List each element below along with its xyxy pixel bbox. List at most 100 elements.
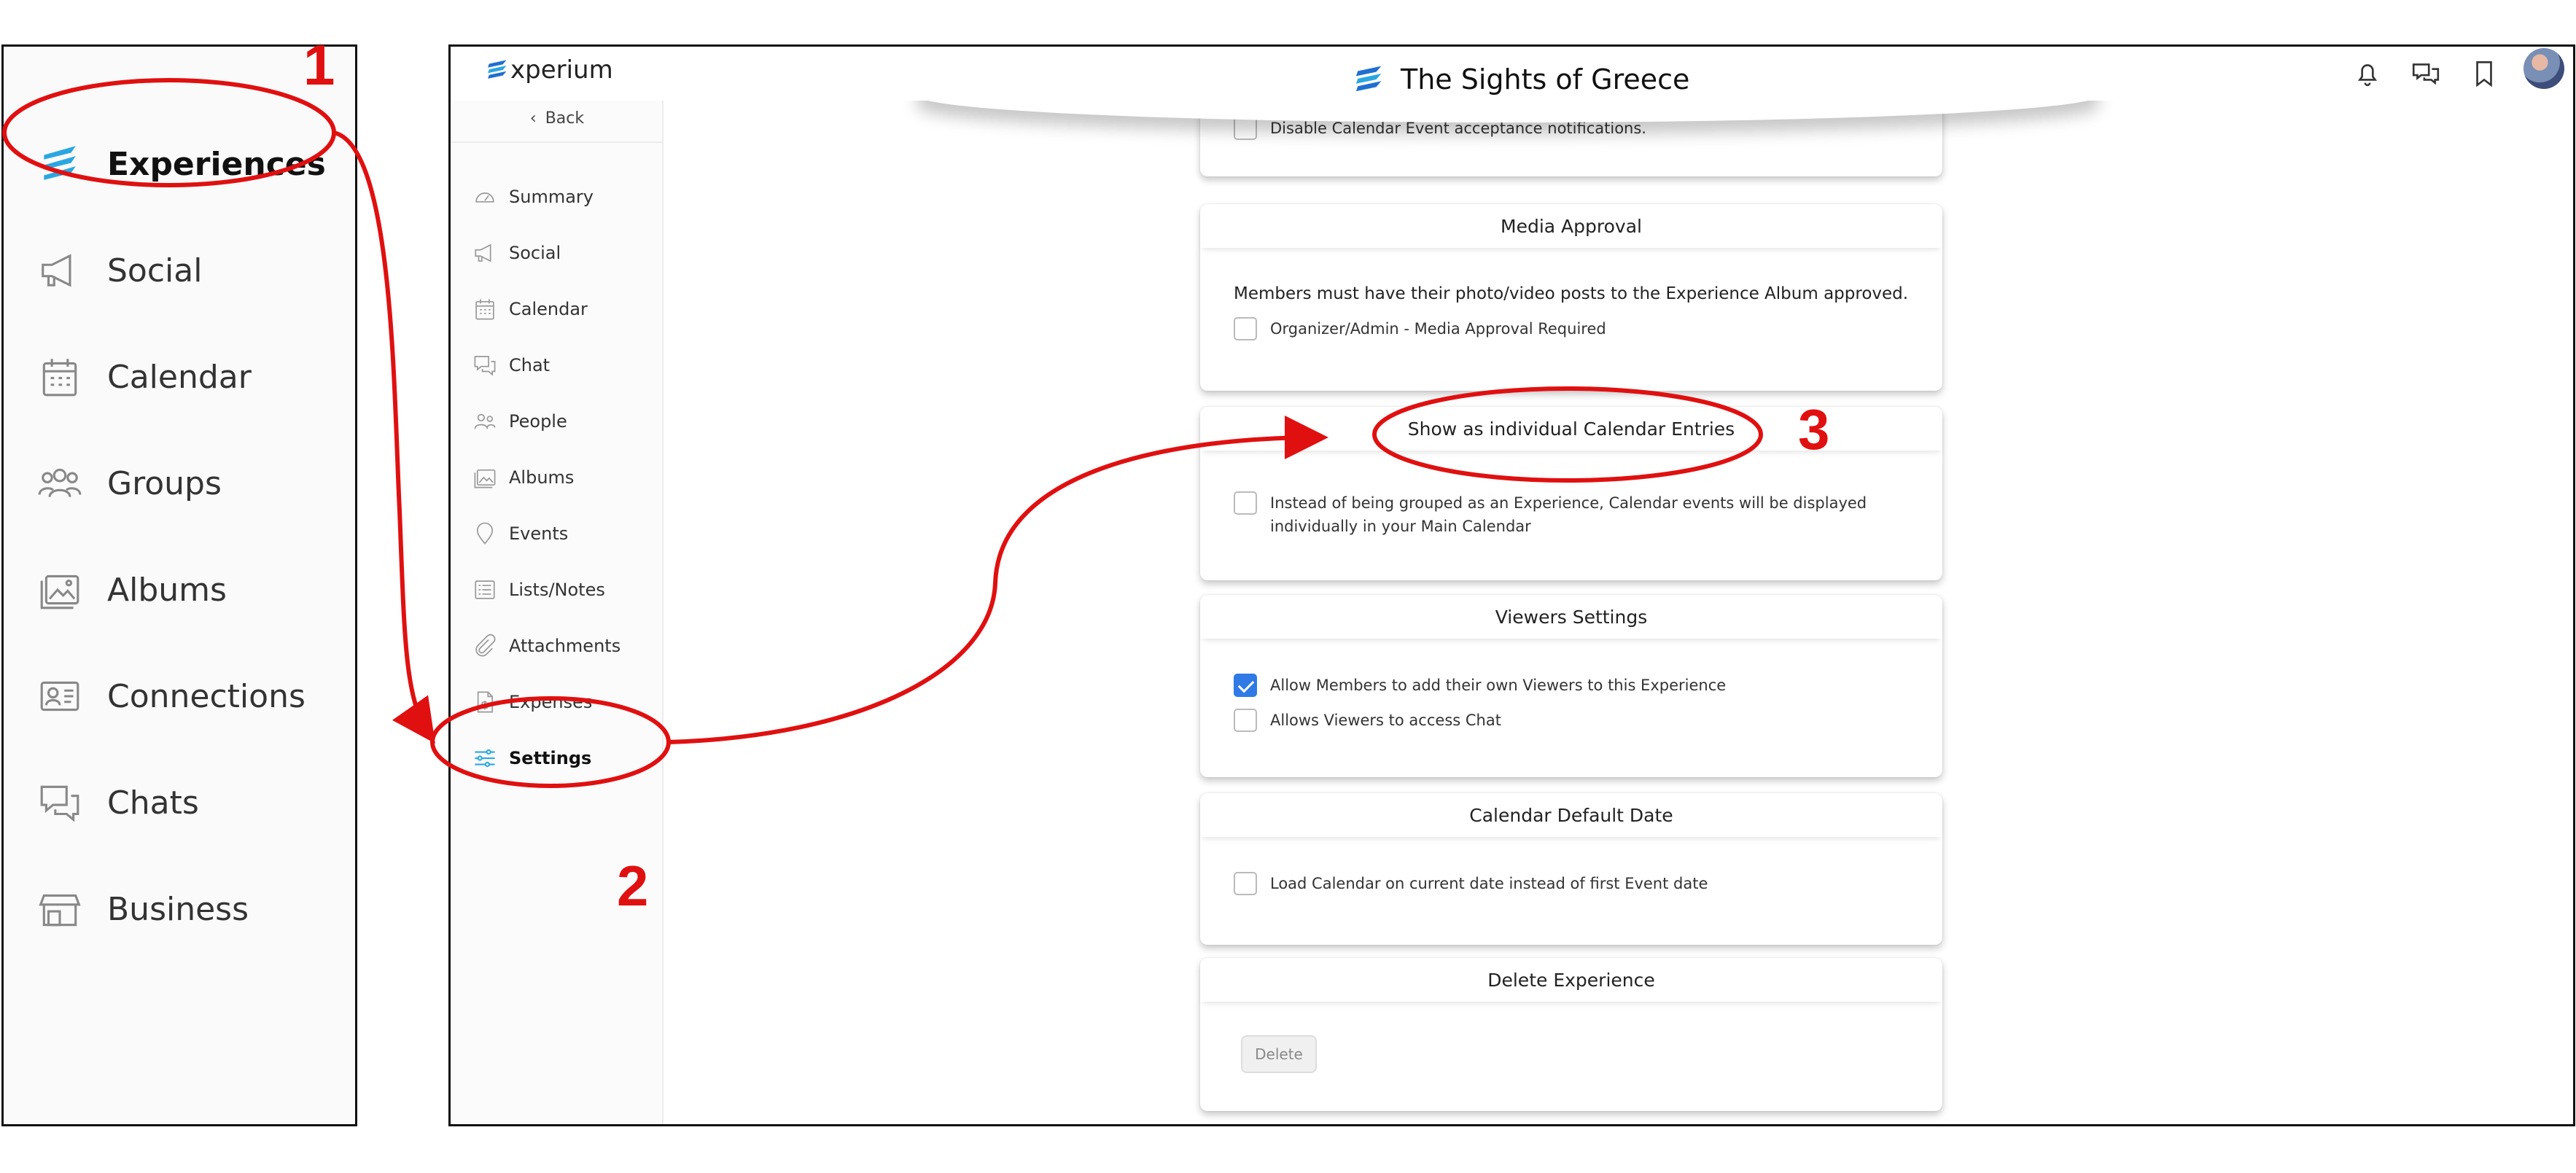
nav-item-experiences[interactable]: Experiences	[37, 135, 326, 193]
sidebar-item-people[interactable]: People	[472, 405, 567, 437]
experium-logo-icon	[488, 60, 507, 79]
viewers-chat-option[interactable]: Allows Viewers to access Chat	[1234, 709, 1501, 732]
calendar-entries-card: Show as individual Calendar Entries Inst…	[1200, 407, 1942, 580]
sidebar-item-label: Attachments	[509, 636, 621, 656]
receipt-icon	[477, 691, 494, 713]
contact-card-icon	[40, 681, 79, 712]
option-label: Load Calendar on current date instead of…	[1270, 875, 1708, 892]
nav-item-label: Chats	[107, 784, 199, 822]
sidebar-item-events[interactable]: Events	[472, 518, 568, 550]
nav-item-albums[interactable]: Albums	[37, 561, 227, 619]
sidebar-item-settings[interactable]: Settings	[472, 742, 591, 774]
gauge-icon	[475, 192, 494, 203]
sidebar-item-label: Events	[509, 523, 569, 544]
delete-experience-card: Delete Experience Delete	[1200, 958, 1942, 1111]
bookmark-icon[interactable]	[2469, 58, 2499, 89]
app-logo[interactable]: xperium	[484, 55, 613, 85]
option-label: Instead of being grouped as an Experienc…	[1270, 491, 1867, 538]
annotation-number: 3	[1798, 397, 1830, 461]
calendar-default-date-card: Calendar Default Date Load Calendar on c…	[1200, 793, 1942, 945]
annotation-number: 2	[617, 854, 649, 918]
sidebar-item-albums[interactable]: Albums	[472, 461, 574, 494]
viewers-settings-card: Viewers Settings Allow Members to add th…	[1200, 595, 1942, 777]
nav-item-calendar[interactable]: Calendar	[37, 348, 252, 406]
people-icon	[38, 468, 82, 498]
card-title: Show as individual Calendar Entries	[1200, 407, 1942, 451]
card-title: Calendar Default Date	[1200, 793, 1942, 837]
chat-icon	[40, 785, 79, 822]
back-label: Back	[545, 109, 585, 128]
chevron-left-icon: ‹	[529, 109, 537, 128]
page-title: The Sights of Greece	[1401, 63, 1690, 96]
nav-item-chats[interactable]: Chats	[37, 773, 199, 832]
nav-item-connections[interactable]: Connections	[37, 667, 306, 725]
sidebar-item-label: Summary	[509, 187, 594, 207]
storefront-icon	[39, 894, 81, 927]
individual-entries-option[interactable]: Instead of being grouped as an Experienc…	[1234, 491, 1867, 538]
back-button[interactable]: ‹ Back	[451, 95, 664, 143]
sidebar-item-attachments[interactable]: Attachments	[472, 630, 620, 662]
option-label-line: Instead of being grouped as an Experienc…	[1270, 494, 1867, 512]
media-approval-option[interactable]: Organizer/Admin - Media Approval Require…	[1234, 317, 1606, 340]
experium-logo-icon	[1355, 66, 1382, 92]
sidebar-item-lists-notes[interactable]: Lists/Notes	[472, 574, 605, 606]
top-bar: xperium The Sights of Greece	[451, 47, 2573, 101]
nav-item-groups[interactable]: Groups	[37, 454, 222, 513]
list-icon	[475, 580, 495, 599]
load-current-date-option[interactable]: Load Calendar on current date instead of…	[1234, 872, 1708, 895]
card-title: Media Approval	[1200, 204, 1942, 248]
nav-item-label: Groups	[107, 464, 222, 502]
checkbox[interactable]	[1234, 317, 1257, 340]
sidebar-item-label: Chat	[509, 355, 550, 375]
bell-icon[interactable]	[2352, 58, 2383, 89]
chat-icon	[474, 356, 496, 376]
checkbox-checked[interactable]	[1234, 674, 1257, 697]
nav-item-label: Experiences	[107, 145, 326, 183]
sidebar-item-summary[interactable]: Summary	[472, 181, 594, 213]
albums-icon	[40, 574, 79, 609]
logo-text: xperium	[510, 55, 613, 85]
paperclip-icon	[475, 634, 496, 657]
calendar-icon	[42, 359, 77, 397]
calendar-icon	[475, 299, 494, 320]
experience-title: The Sights of Greece	[1351, 61, 1689, 98]
sidebar-item-calendar[interactable]: Calendar	[472, 293, 588, 325]
chats-icon[interactable]	[2410, 58, 2441, 89]
nav-item-label: Social	[107, 252, 203, 289]
sidebar-item-label: Lists/Notes	[509, 580, 605, 600]
sidebar-item-chat[interactable]: Chat	[472, 349, 550, 381]
sidebar-item-label: People	[509, 411, 567, 432]
avatar[interactable]	[2524, 48, 2564, 89]
experience-sidebar: ‹ Back Summary Social Calendar Chat Peop…	[451, 95, 664, 1124]
sidebar-item-label: Social	[509, 243, 561, 263]
experium-logo-icon	[44, 146, 76, 180]
zoomed-main-nav: Experiences Social Calendar Groups Album…	[1, 44, 357, 1126]
sidebar-item-label: Calendar	[509, 299, 588, 319]
option-label: Allows Viewers to access Chat	[1270, 712, 1501, 729]
delete-button[interactable]: Delete	[1241, 1035, 1317, 1073]
option-label: Allow Members to add their own Viewers t…	[1270, 677, 1727, 694]
megaphone-icon	[42, 254, 71, 287]
megaphone-icon	[475, 243, 491, 262]
sliders-icon	[475, 749, 495, 768]
albums-icon	[474, 469, 496, 488]
sidebar-item-expenses[interactable]: Expenses	[472, 686, 592, 718]
checkbox[interactable]	[1234, 117, 1257, 140]
settings-screen: xperium The Sights of Greece ‹ Back Summ…	[448, 44, 2575, 1126]
nav-item-label: Business	[107, 890, 249, 928]
sidebar-item-label: Expenses	[509, 692, 593, 712]
nav-item-business[interactable]: Business	[37, 880, 249, 938]
annotation-number: 1	[303, 33, 335, 97]
media-approval-card: Media Approval Members must have their p…	[1200, 204, 1942, 391]
card-title: Viewers Settings	[1200, 595, 1942, 639]
nav-item-social[interactable]: Social	[37, 241, 202, 300]
nav-item-label: Albums	[107, 571, 227, 609]
nav-item-label: Calendar	[107, 358, 252, 396]
sidebar-item-social[interactable]: Social	[472, 237, 561, 269]
allow-members-viewers-option[interactable]: Allow Members to add their own Viewers t…	[1234, 674, 1726, 697]
checkbox[interactable]	[1234, 491, 1257, 515]
card-description: Members must have their photo/video post…	[1234, 284, 1909, 303]
card-title: Delete Experience	[1200, 958, 1942, 1002]
checkbox[interactable]	[1234, 709, 1257, 732]
checkbox[interactable]	[1234, 872, 1257, 895]
